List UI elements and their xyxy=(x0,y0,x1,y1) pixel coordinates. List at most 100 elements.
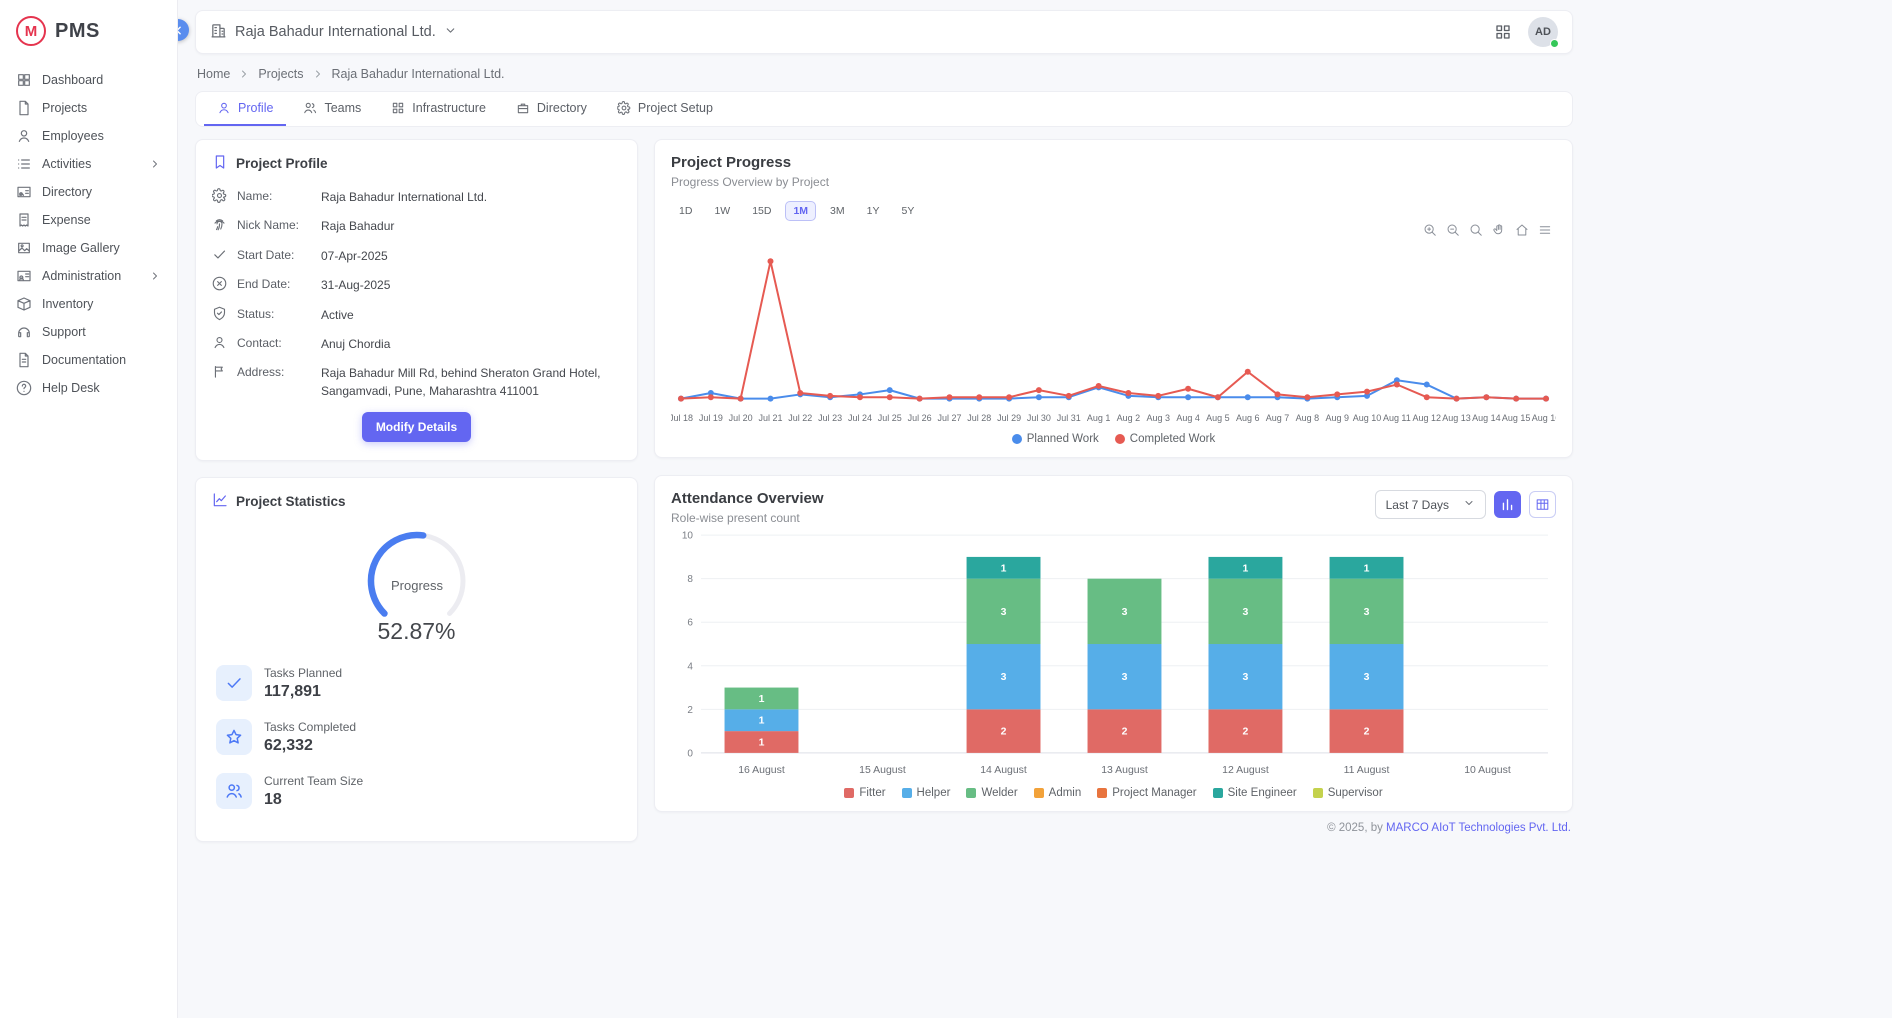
hand-toolbar-button[interactable] xyxy=(1492,223,1506,237)
legend-item-planned-work[interactable]: Planned Work xyxy=(1012,433,1099,445)
svg-text:3: 3 xyxy=(1364,672,1370,683)
x-circle-icon xyxy=(212,276,227,291)
range-button-15d[interactable]: 15D xyxy=(744,201,779,221)
profile-field-start-date: Start Date:07-Apr-2025 xyxy=(212,248,621,265)
tab-project-setup[interactable]: Project Setup xyxy=(604,92,726,126)
svg-text:1: 1 xyxy=(759,694,765,705)
bar-view-button[interactable] xyxy=(1494,491,1521,518)
company-selector[interactable]: Raja Bahadur International Ltd. xyxy=(210,22,457,43)
home-icon xyxy=(1515,223,1529,237)
range-button-5y[interactable]: 5Y xyxy=(893,201,922,221)
check-icon xyxy=(212,247,227,262)
magnifier-icon xyxy=(1469,223,1483,237)
gear-icon xyxy=(212,188,227,203)
project-profile-card: Project Profile Name:Raja Bahadur Intern… xyxy=(195,139,638,461)
range-button-1w[interactable]: 1W xyxy=(706,201,738,221)
progress-line-chart[interactable]: Jul 18Jul 19Jul 20Jul 21Jul 22Jul 23Jul … xyxy=(671,237,1556,429)
legend-item-fitter[interactable]: Fitter xyxy=(844,787,885,799)
profile-field-status: Status:Active xyxy=(212,307,621,324)
sidebar-item-label: Documentation xyxy=(42,353,126,367)
sidebar-item-activities[interactable]: Activities xyxy=(0,150,177,178)
topbar: Raja Bahadur International Ltd. AD xyxy=(195,10,1573,54)
sidebar-item-support[interactable]: Support xyxy=(0,318,177,346)
sidebar-item-documentation[interactable]: Documentation xyxy=(0,346,177,374)
breadcrumb: HomeProjectsRaja Bahadur International L… xyxy=(197,67,1571,81)
magnifier-toolbar-button[interactable] xyxy=(1469,223,1483,237)
flag-icon xyxy=(212,364,227,379)
range-button-3m[interactable]: 3M xyxy=(822,201,853,221)
attendance-title: Attendance Overview xyxy=(671,490,824,507)
stat-value: 18 xyxy=(264,791,363,809)
sidebar-item-help-desk[interactable]: Help Desk xyxy=(0,374,177,402)
tab-teams[interactable]: Teams xyxy=(290,92,374,126)
svg-text:16 August: 16 August xyxy=(738,765,785,776)
sidebar-item-dashboard[interactable]: Dashboard xyxy=(0,66,177,94)
svg-text:3: 3 xyxy=(1001,607,1007,618)
time-range-selector: 1D 1W 15D 1M 3M 1Y5Y xyxy=(671,201,1556,221)
svg-text:3: 3 xyxy=(1364,607,1370,618)
zoom-out-toolbar-button[interactable] xyxy=(1446,223,1460,237)
breadcrumb-separator-icon xyxy=(238,68,250,80)
avatar[interactable]: AD xyxy=(1528,17,1558,47)
sidebar-item-administration[interactable]: Administration xyxy=(0,262,177,290)
svg-text:Jul 28: Jul 28 xyxy=(967,413,991,423)
image-icon xyxy=(16,240,32,256)
field-value: Raja Bahadur xyxy=(321,218,394,235)
attendance-bar-chart[interactable]: 024681016 August11115 August14 August233… xyxy=(671,525,1556,783)
field-label: Nick Name: xyxy=(237,218,311,232)
sidebar-item-label: Support xyxy=(42,325,86,339)
content: Project Profile Name:Raja Bahadur Intern… xyxy=(195,139,1573,846)
field-value: Raja Bahadur Mill Rd, behind Sheraton Gr… xyxy=(321,365,621,400)
modify-details-button[interactable]: Modify Details xyxy=(362,412,471,442)
legend-item-site-engineer[interactable]: Site Engineer xyxy=(1213,787,1297,799)
range-button-1d[interactable]: 1D xyxy=(671,201,700,221)
question-icon xyxy=(16,380,32,396)
tab-profile[interactable]: Profile xyxy=(204,92,286,126)
legend-item-helper[interactable]: Helper xyxy=(902,787,951,799)
attendance-overview-card: Attendance Overview Role-wise present co… xyxy=(654,475,1573,812)
breadcrumb-item-home[interactable]: Home xyxy=(197,67,230,81)
bar-chart-icon xyxy=(1500,497,1515,512)
building-icon xyxy=(210,22,227,43)
chart-line-icon xyxy=(212,492,228,511)
home-toolbar-button[interactable] xyxy=(1515,223,1529,237)
tab-infrastructure[interactable]: Infrastructure xyxy=(378,92,499,126)
zoom-in-toolbar-button[interactable] xyxy=(1423,223,1437,237)
legend-item-admin[interactable]: Admin xyxy=(1034,787,1082,799)
menu-toolbar-button[interactable] xyxy=(1538,223,1552,237)
sidebar-item-projects[interactable]: Projects xyxy=(0,94,177,122)
people-icon xyxy=(303,101,317,115)
building-icon xyxy=(210,22,227,39)
topbar-right: AD xyxy=(1494,17,1558,47)
footer: © 2025, by MARCO AIoT Technologies Pvt. … xyxy=(654,822,1573,846)
sidebar-item-image-gallery[interactable]: Image Gallery xyxy=(0,234,177,262)
legend-item-supervisor[interactable]: Supervisor xyxy=(1313,787,1383,799)
zoom-out-icon xyxy=(1446,223,1460,237)
legend-item-welder[interactable]: Welder xyxy=(966,787,1017,799)
bookmark-icon xyxy=(212,154,228,173)
tab-directory[interactable]: Directory xyxy=(503,92,600,126)
legend-item-completed-work[interactable]: Completed Work xyxy=(1115,433,1215,445)
sidebar-item-employees[interactable]: Employees xyxy=(0,122,177,150)
legend-item-project-manager[interactable]: Project Manager xyxy=(1097,787,1196,799)
sidebar-item-directory[interactable]: Directory xyxy=(0,178,177,206)
breadcrumb-item-projects[interactable]: Projects xyxy=(258,67,303,81)
breadcrumb-separator-icon xyxy=(312,68,324,80)
profile-fields: Name:Raja Bahadur International Ltd.Nick… xyxy=(212,189,621,400)
svg-text:1: 1 xyxy=(759,716,765,727)
table-view-button[interactable] xyxy=(1529,491,1556,518)
people-icon xyxy=(225,782,243,800)
svg-text:3: 3 xyxy=(1243,672,1249,683)
svg-text:Aug 11: Aug 11 xyxy=(1383,413,1411,423)
apps-grid-icon[interactable] xyxy=(1494,23,1512,41)
sidebar-item-expense[interactable]: Expense xyxy=(0,206,177,234)
range-button-1y[interactable]: 1Y xyxy=(859,201,888,221)
legend-swatch xyxy=(1213,788,1223,798)
days-filter-select[interactable]: Last 7 Days xyxy=(1375,490,1486,519)
sidebar-item-label: Activities xyxy=(42,157,91,171)
sidebar-nav: DashboardProjectsEmployees Activities Dire… xyxy=(0,66,177,402)
sidebar-item-inventory[interactable]: Inventory xyxy=(0,290,177,318)
company-link[interactable]: MARCO AIoT Technologies Pvt. Ltd. xyxy=(1386,822,1571,834)
range-button-1m[interactable]: 1M xyxy=(785,201,816,221)
sidebar-collapse-button[interactable] xyxy=(178,19,189,41)
